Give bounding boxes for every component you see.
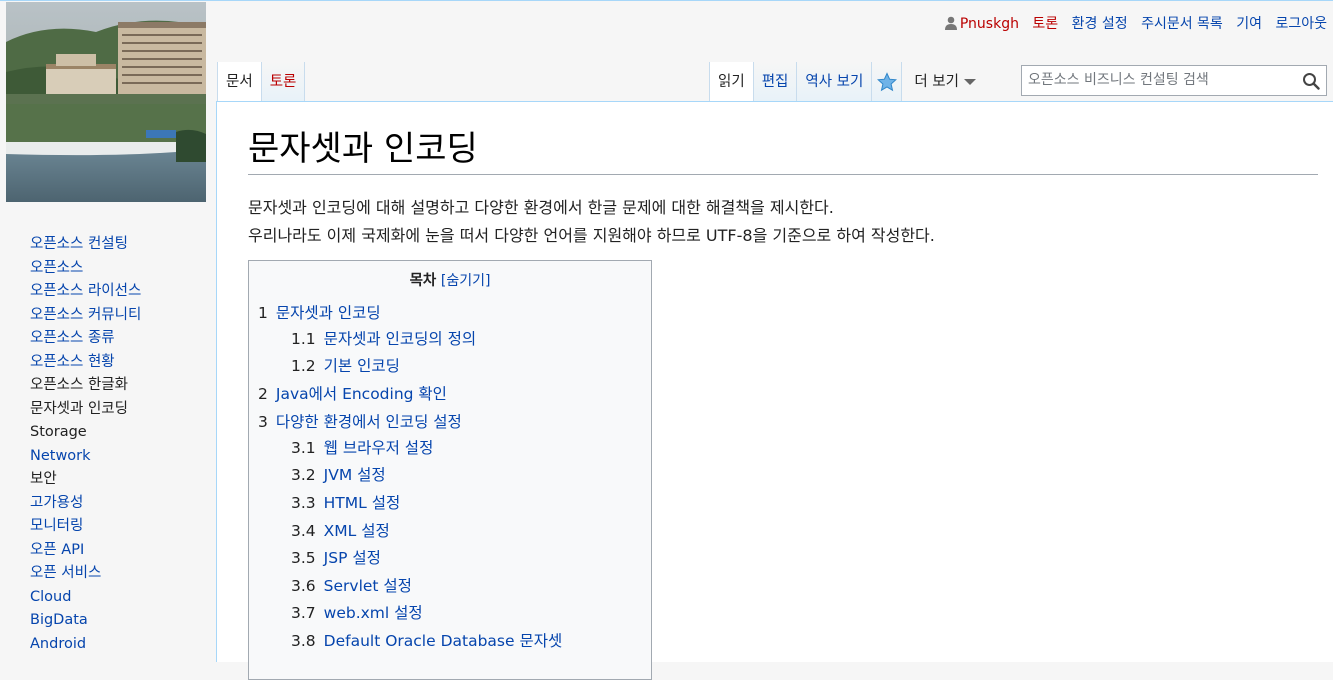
username-link[interactable]: Pnuskgh: [960, 16, 1019, 32]
logo-landscape-image: [6, 2, 206, 202]
user-icon: [944, 16, 957, 30]
tab-page[interactable]: 문서: [217, 62, 262, 101]
toc-item[interactable]: 3.7 web.xml 설정: [291, 602, 423, 624]
star-icon: [876, 71, 897, 91]
toc-item[interactable]: 3 다양한 환경에서 인코딩 설정: [258, 411, 462, 433]
toc-text: 다양한 환경에서 인코딩 설정: [275, 413, 462, 431]
contributions-link[interactable]: 기여: [1236, 16, 1262, 32]
toc-item[interactable]: 3.1 웹 브라우저 설정: [291, 437, 433, 459]
sidebar-item-bigdata[interactable]: BigData: [30, 609, 210, 633]
toc-header: 목차 [숨기기]: [249, 271, 651, 291]
chevron-down-icon: [963, 79, 976, 85]
more-menu-label: 더 보기: [914, 74, 959, 90]
toc-number: 3.2: [291, 466, 316, 484]
toc-text: 기본 인코딩: [323, 357, 400, 375]
table-of-contents: 목차 [숨기기] 1 문자셋과 인코딩 1.1 문자셋과 인코딩의 정의 1.2 기본…: [248, 260, 652, 680]
toc-number: 3.5: [291, 549, 316, 567]
tab-talk[interactable]: 토론: [261, 62, 306, 101]
toc-toggle-link[interactable]: [숨기기]: [441, 273, 491, 289]
toc-number: 3.8: [291, 632, 316, 650]
toc-text: web.xml 설정: [323, 604, 423, 622]
toc-number: 3.7: [291, 604, 316, 622]
toc-title: 목차: [409, 273, 437, 289]
sidebar-item-network[interactable]: Network: [30, 445, 210, 469]
toc-item[interactable]: 3.8 Default Oracle Database 문자셋: [291, 630, 562, 652]
sidebar-item-opensource[interactable]: 오픈소스: [30, 257, 210, 281]
search-input[interactable]: [1022, 66, 1298, 94]
watch-star-button[interactable]: [872, 62, 903, 101]
sidebar-item-monitoring[interactable]: 모니터링: [30, 515, 210, 539]
sidebar-item-security[interactable]: 보안: [30, 468, 210, 492]
sidebar-item-opensource-localization[interactable]: 오픈소스 한글화: [30, 374, 210, 398]
toc-item[interactable]: 3.4 XML 설정: [291, 520, 390, 542]
sidebar-item-opensource-license[interactable]: 오픈소스 라이선스: [30, 280, 210, 304]
toc-text: JVM 설정: [323, 466, 386, 484]
sidebar-item-open-api[interactable]: 오픈 API: [30, 539, 210, 563]
sidebar-item-opensource-community[interactable]: 오픈소스 커뮤니티: [30, 304, 210, 328]
sidebar-item-high-availability[interactable]: 고가용성: [30, 492, 210, 516]
toc-text: 문자셋과 인코딩: [275, 304, 381, 322]
sidebar-item-opensource-status[interactable]: 오픈소스 현황: [30, 351, 210, 375]
tab-history[interactable]: 역사 보기: [797, 62, 873, 101]
intro-paragraph-1: 문자셋과 인코딩에 대해 설명하고 다양한 환경에서 한글 문제에 대한 해결책…: [248, 198, 834, 217]
top-border: [0, 0, 1333, 1]
search-box: [1021, 65, 1327, 96]
toc-number: 3: [258, 413, 268, 431]
sidebar-item-charset-encoding[interactable]: 문자셋과 인코딩: [30, 398, 210, 422]
toc-text: HTML 설정: [323, 494, 401, 512]
toc-number: 2: [258, 385, 268, 403]
toc-item[interactable]: 1.2 기본 인코딩: [291, 355, 400, 377]
sidebar-item-open-service[interactable]: 오픈 서비스: [30, 562, 210, 586]
toc-number: 1: [258, 304, 268, 322]
toc-number: 3.3: [291, 494, 316, 512]
more-menu-button[interactable]: 더 보기: [902, 62, 984, 101]
toc-text: Default Oracle Database 문자셋: [323, 632, 563, 650]
toc-number: 3.1: [291, 439, 316, 457]
namespace-tabs: 문서 토론: [217, 62, 306, 101]
toc-text: Servlet 설정: [323, 577, 412, 595]
sidebar-item-android[interactable]: Android: [30, 633, 210, 657]
toc-item[interactable]: 1.1 문자셋과 인코딩의 정의: [291, 328, 476, 350]
toc-item[interactable]: 1 문자셋과 인코딩: [258, 302, 381, 324]
sidebar-item-storage[interactable]: Storage: [30, 421, 210, 445]
toc-text: 문자셋과 인코딩의 정의: [323, 330, 477, 348]
toc-item[interactable]: 3.3 HTML 설정: [291, 492, 400, 514]
toc-number: 3.6: [291, 577, 316, 595]
sidebar-navigation: 오픈소스 컨설팅 오픈소스 오픈소스 라이선스 오픈소스 커뮤니티 오픈소스 종…: [30, 233, 210, 656]
sidebar-item-opensource-consulting[interactable]: 오픈소스 컨설팅: [30, 233, 210, 257]
tab-edit[interactable]: 편집: [753, 62, 798, 101]
page-title: 문자셋과 인코딩: [248, 126, 1318, 175]
site-logo[interactable]: [6, 2, 206, 202]
sidebar-item-cloud[interactable]: Cloud: [30, 586, 210, 610]
toc-item[interactable]: 3.6 Servlet 설정: [291, 575, 412, 597]
toc-text: Java에서 Encoding 확인: [275, 385, 447, 403]
preferences-link[interactable]: 환경 설정: [1072, 16, 1128, 32]
toc-text: JSP 설정: [323, 549, 381, 567]
personal-tools: Pnuskgh 토론 환경 설정 주시문서 목록 기여 로그아웃: [944, 13, 1327, 33]
toc-item[interactable]: 3.2 JVM 설정: [291, 464, 386, 486]
intro-paragraph-2: 우리나라도 이제 국제화에 눈을 떠서 다양한 언어를 지원해야 하므로 UTF…: [248, 226, 935, 245]
toc-number: 1.1: [291, 330, 316, 348]
user-talk-link[interactable]: 토론: [1032, 16, 1058, 32]
toc-text: 웹 브라우저 설정: [323, 439, 434, 457]
toc-item[interactable]: 2 Java에서 Encoding 확인: [258, 383, 447, 405]
toc-item[interactable]: 3.5 JSP 설정: [291, 547, 381, 569]
toc-number: 3.4: [291, 522, 316, 540]
watchlist-link[interactable]: 주시문서 목록: [1141, 16, 1223, 32]
toc-number: 1.2: [291, 357, 316, 375]
sidebar-item-opensource-types[interactable]: 오픈소스 종류: [30, 327, 210, 351]
tab-read[interactable]: 읽기: [709, 62, 754, 101]
content-area: 문자셋과 인코딩 문자셋과 인코딩에 대해 설명하고 다양한 환경에서 한글 문…: [216, 101, 1333, 680]
search-icon[interactable]: [1302, 72, 1320, 90]
logout-link[interactable]: 로그아웃: [1275, 16, 1327, 32]
view-tabs: 읽기 편집 역사 보기 더 보기: [709, 62, 984, 101]
toc-text: XML 설정: [323, 522, 390, 540]
